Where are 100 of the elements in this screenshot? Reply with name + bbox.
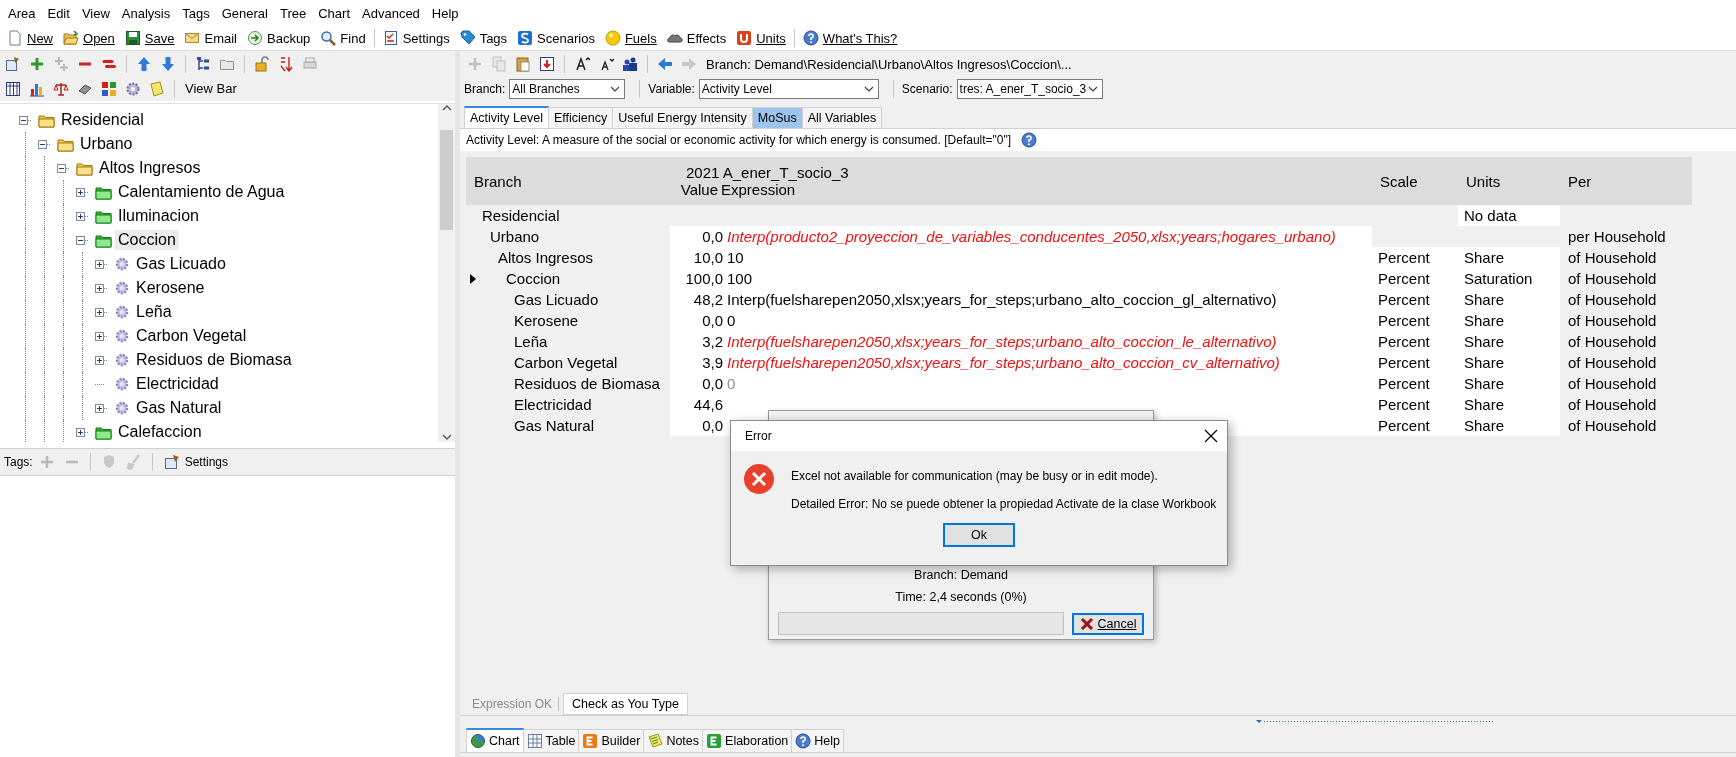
expand-icon[interactable] — [95, 259, 107, 269]
find-button[interactable]: Find — [315, 27, 371, 49]
properties-icon[interactable] — [5, 55, 21, 72]
decrease-font-icon[interactable] — [598, 56, 614, 72]
scenarios-button[interactable]: Scenarios — [512, 27, 600, 49]
down-arrow-icon[interactable] — [160, 55, 176, 72]
menu-item[interactable]: Chart — [312, 5, 356, 21]
column-header[interactable]: Expression — [721, 181, 796, 198]
menu-item[interactable]: Help — [425, 5, 465, 21]
tab[interactable]: MoSus — [751, 107, 803, 128]
column-header[interactable]: Branch — [466, 157, 670, 205]
back-arrow-icon[interactable] — [657, 56, 673, 72]
effects-button[interactable]: Effects — [661, 27, 732, 49]
units-button[interactable]: Units — [731, 27, 791, 49]
tab[interactable]: Table — [522, 729, 580, 752]
branch-node[interactable]: Residencial — [58, 110, 147, 130]
value-cell: 0,0 — [670, 226, 724, 247]
ok-button[interactable]: Ok — [943, 523, 1015, 547]
table-icon[interactable] — [5, 80, 21, 97]
branch-node[interactable]: Kerosene — [133, 278, 208, 298]
add-icon[interactable] — [29, 55, 45, 72]
tab[interactable]: Help — [791, 729, 844, 752]
sort-icon[interactable] — [278, 55, 294, 72]
fuels-button[interactable]: Fuels — [599, 27, 662, 49]
tab[interactable]: Elaboration — [702, 729, 793, 752]
expand-icon[interactable] — [95, 355, 107, 365]
branch-node[interactable]: Electricidad — [133, 374, 222, 394]
column-header[interactable]: Per — [1560, 157, 1692, 205]
scrollbar-thumb[interactable] — [440, 130, 453, 230]
paste-icon[interactable] — [515, 56, 531, 72]
branch-node[interactable]: Altos Ingresos — [96, 158, 204, 178]
expand-icon[interactable] — [95, 307, 107, 317]
note-icon[interactable] — [149, 80, 165, 97]
tab[interactable]: Chart — [466, 728, 524, 752]
increase-font-icon[interactable] — [574, 56, 590, 72]
scroll-down-icon[interactable] — [440, 432, 453, 442]
save-button[interactable]: Save — [119, 27, 180, 49]
expand-icon[interactable] — [95, 403, 107, 413]
menu-item[interactable]: General — [215, 5, 274, 21]
branch-node[interactable]: Calefaccion — [115, 422, 205, 442]
open-button[interactable]: Open — [58, 27, 120, 49]
expand-icon[interactable] — [95, 283, 107, 293]
column-header[interactable]: Scale — [1372, 157, 1458, 205]
branch-node[interactable]: Carbon Vegetal — [133, 326, 250, 346]
close-icon[interactable] — [1203, 428, 1219, 444]
menu-item[interactable]: Tree — [273, 5, 313, 21]
menu-item[interactable]: Edit — [41, 5, 76, 21]
email-button[interactable]: Email — [179, 27, 242, 49]
cancel-button[interactable]: Cancel — [1071, 612, 1145, 635]
new-button[interactable]: New — [2, 27, 58, 49]
gear-icon[interactable] — [125, 80, 141, 97]
settings-button[interactable]: Settings — [159, 452, 233, 472]
view-bar-button[interactable]: View Bar — [181, 79, 241, 98]
tab[interactable]: Builder — [578, 729, 645, 752]
collapse-icon[interactable] — [38, 139, 50, 149]
menu-item[interactable]: View — [75, 5, 116, 21]
whats-this-button[interactable]: What's This? — [797, 27, 903, 49]
branch-node[interactable]: Iluminacion — [115, 206, 202, 226]
menu-item[interactable]: Analysis — [115, 5, 177, 21]
menu-item[interactable]: Advanced — [356, 5, 426, 21]
expand-icon[interactable] — [76, 427, 88, 437]
splitter-handle-icon[interactable] — [1254, 718, 1496, 726]
collapse-icon[interactable] — [19, 115, 31, 125]
help-icon[interactable] — [1021, 132, 1038, 148]
collapse-icon[interactable] — [76, 235, 88, 245]
check-as-you-type-button[interactable]: Check as You Type — [563, 693, 688, 715]
column-header[interactable]: Value — [670, 181, 721, 198]
column-header[interactable]: Units — [1458, 157, 1560, 205]
tab[interactable]: Notes — [643, 729, 704, 752]
tab[interactable]: Activity Level — [464, 106, 549, 128]
branch-node[interactable]: Residuos de Biomasa — [133, 350, 295, 370]
up-arrow-icon[interactable] — [136, 55, 152, 72]
collapse-icon[interactable] — [57, 163, 69, 173]
branch-node[interactable]: Gas Natural — [133, 398, 225, 418]
backup-button[interactable]: Backup — [242, 27, 316, 49]
open-folder-icon — [38, 112, 55, 128]
expand-icon[interactable] — [76, 211, 88, 221]
menu-item[interactable]: Area — [2, 5, 42, 21]
expand-icon[interactable] — [95, 331, 107, 341]
tab[interactable]: Useful Energy Intensity — [612, 107, 753, 128]
settings-button[interactable]: Settings — [377, 27, 455, 49]
expand-icon[interactable] — [76, 187, 88, 197]
branch-node[interactable]: Gas Licuado — [133, 254, 229, 274]
tags-button[interactable]: Tags — [454, 27, 513, 49]
import-icon[interactable] — [539, 56, 555, 72]
padlock-icon[interactable] — [254, 55, 270, 72]
people-icon[interactable] — [622, 56, 638, 72]
dropdown[interactable]: tres: A_ener_T_socio_3 — [956, 79, 1103, 99]
branch-node[interactable]: Leña — [133, 302, 175, 322]
branch-node[interactable]: Coccion — [115, 230, 179, 250]
tab[interactable]: Efficiency — [547, 107, 614, 128]
colored-grid-icon[interactable] — [101, 80, 117, 97]
branch-node[interactable]: Urbano — [77, 134, 136, 154]
scales-icon[interactable] — [53, 80, 69, 97]
tree-icon[interactable] — [195, 55, 211, 72]
dropdown[interactable]: Activity Level — [698, 79, 879, 99]
branch-node[interactable]: Calentamiento de Agua — [115, 182, 288, 202]
dropdown[interactable]: All Branches — [509, 79, 626, 99]
menu-item[interactable]: Tags — [176, 5, 216, 21]
tab[interactable]: All Variables — [801, 107, 883, 128]
